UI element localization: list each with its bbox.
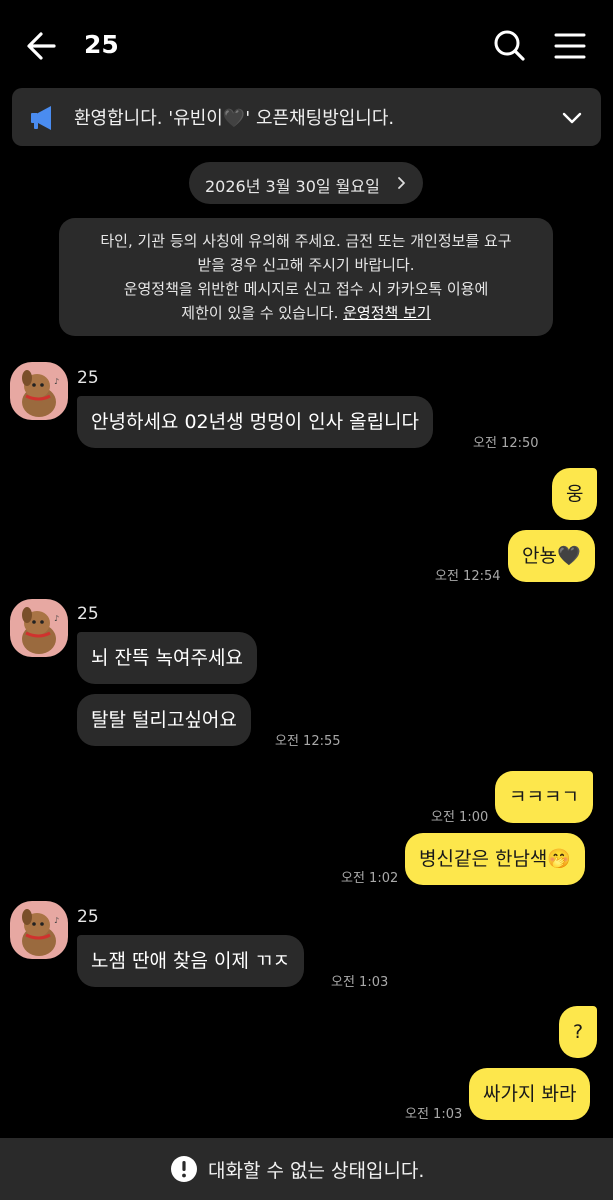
svg-text:♪: ♪ bbox=[54, 614, 59, 623]
avatar[interactable]: ♪ bbox=[10, 362, 68, 420]
warning-line: 타인, 기관 등의 사칭에 유의해 주세요. 금전 또는 개인정보를 요구 bbox=[100, 232, 512, 250]
message-time: 오전 1:02 bbox=[341, 871, 399, 886]
menu-button[interactable] bbox=[550, 26, 590, 66]
search-button[interactable] bbox=[490, 26, 530, 66]
message-time: 오전 1:03 bbox=[331, 975, 389, 990]
top-bar: 25 bbox=[0, 0, 613, 92]
dog-avatar-icon: ♪ bbox=[22, 607, 59, 654]
back-button[interactable] bbox=[22, 26, 62, 66]
date-text: 2026년 3월 30일 월요일 bbox=[205, 177, 380, 196]
message-bubble[interactable]: ㅋㅋㅋㄱ bbox=[495, 771, 593, 823]
message-bubble[interactable]: 병신같은 한남색🤭 bbox=[405, 833, 586, 885]
message-time: 오전 12:55 bbox=[275, 734, 341, 749]
avatar[interactable]: ♪ bbox=[10, 599, 68, 657]
message-time: 오전 1:00 bbox=[431, 810, 489, 825]
chevron-down-icon[interactable] bbox=[560, 106, 584, 130]
message-bubble[interactable]: 노잼 딴애 찾음 이제 ㄲㅈ bbox=[77, 935, 304, 987]
message-bubble[interactable]: 안뇽🖤 bbox=[508, 530, 595, 582]
message-time: 오전 1:03 bbox=[405, 1107, 463, 1122]
message-bubble[interactable]: 뇌 잔뜩 녹여주세요 bbox=[77, 632, 257, 684]
policy-warning: 타인, 기관 등의 사칭에 유의해 주세요. 금전 또는 개인정보를 요구 받을… bbox=[59, 218, 553, 336]
warning-line: 받을 경우 신고해 주시기 바랍니다. bbox=[197, 256, 415, 274]
message-bubble[interactable]: ? bbox=[559, 1006, 598, 1058]
exclamation-circle-icon bbox=[171, 1156, 197, 1182]
message-bubble[interactable]: 안녕하세요 02년생 멍멍이 인사 올립니다 bbox=[77, 396, 434, 448]
message-bubble[interactable]: 웅 bbox=[552, 468, 598, 520]
dog-avatar-icon: ♪ bbox=[22, 370, 59, 417]
policy-link[interactable]: 운영정책 보기 bbox=[343, 304, 431, 322]
chat-disabled-text: 대화할 수 없는 상태입니다. bbox=[208, 1160, 425, 1182]
sender-name: 25 bbox=[77, 604, 99, 624]
warning-line: 운영정책을 위반한 메시지로 신고 접수 시 카카오톡 이용에 bbox=[123, 280, 489, 298]
date-divider[interactable]: 2026년 3월 30일 월요일 bbox=[189, 162, 423, 204]
warning-line: 제한이 있을 수 있습니다. 운영정책 보기 bbox=[59, 301, 553, 325]
sender-name: 25 bbox=[77, 368, 99, 388]
hamburger-menu-icon bbox=[554, 33, 586, 59]
sender-name: 25 bbox=[77, 907, 99, 927]
arrow-left-icon bbox=[27, 32, 56, 60]
svg-text:♪: ♪ bbox=[54, 916, 59, 925]
chat-disabled-bar: 대화할 수 없는 상태입니다. bbox=[0, 1138, 613, 1200]
svg-text:♪: ♪ bbox=[54, 377, 59, 386]
message-bubble[interactable]: 탈탈 털리고싶어요 bbox=[77, 694, 251, 746]
notice-text: 환영합니다. '유빈이🖤' 오픈채팅방입니다. bbox=[74, 108, 395, 129]
avatar[interactable]: ♪ bbox=[10, 901, 68, 959]
megaphone-icon bbox=[31, 106, 51, 130]
notice-banner[interactable]: 환영합니다. '유빈이🖤' 오픈채팅방입니다. bbox=[12, 88, 601, 146]
message-time: 오전 12:50 bbox=[473, 436, 539, 451]
dog-avatar-icon: ♪ bbox=[22, 909, 59, 956]
message-bubble[interactable]: 싸가지 봐라 bbox=[469, 1068, 591, 1120]
chat-title: 25 bbox=[84, 30, 119, 59]
message-time: 오전 12:54 bbox=[435, 569, 501, 584]
warning-text: 제한이 있을 수 있습니다. bbox=[181, 304, 344, 322]
search-icon bbox=[494, 30, 525, 61]
chevron-right-icon bbox=[398, 177, 405, 189]
